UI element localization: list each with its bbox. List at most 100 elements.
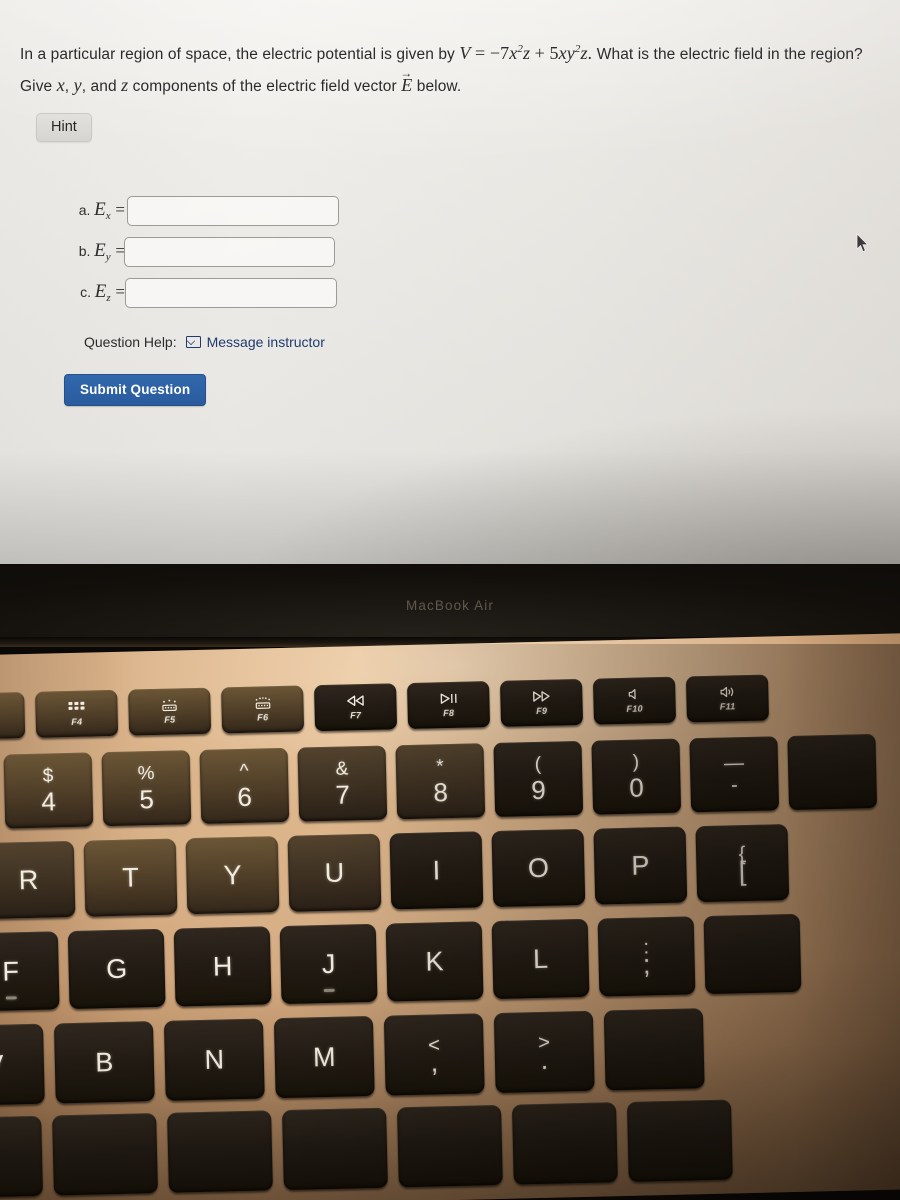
rewind-icon [346, 694, 364, 707]
mute-icon [628, 688, 640, 701]
key-f11[interactable]: F11 [685, 674, 769, 723]
play-pause-icon [440, 692, 457, 705]
key-arrow-left[interactable] [397, 1104, 503, 1188]
key-f3[interactable]: F3 [0, 692, 26, 740]
key-comma[interactable]: < , [383, 1013, 485, 1096]
key-spacebar-right[interactable] [52, 1113, 158, 1196]
key-quote[interactable] [703, 913, 802, 995]
answer-row-ex: a. Ex = [0, 190, 900, 231]
home-key-row: D F G H J K L : ; [0, 913, 802, 1014]
key-equals-plus[interactable] [787, 733, 878, 811]
key-f8[interactable]: F8 [407, 681, 491, 730]
keyboard-brightness-down-icon [161, 698, 177, 711]
key-arrow-updown[interactable] [511, 1102, 618, 1185]
question-help-label: Question Help: [84, 334, 177, 350]
key-f5[interactable]: F5 [128, 687, 212, 736]
key-u[interactable]: U [287, 833, 382, 912]
answer-fields-group: a. Ex = b. Ey = c. Ez = [0, 190, 900, 313]
answer-input-ex[interactable] [127, 195, 339, 226]
screen-bezel: MacBook Air [0, 564, 900, 637]
key-f8-label: F8 [443, 707, 455, 719]
fast-forward-icon [532, 690, 550, 703]
laptop-screen: In a particular region of space, the ele… [0, 0, 900, 564]
question-text-part2: What is the electric [596, 46, 730, 63]
message-instructor-label: Message instructor [206, 334, 325, 350]
launchpad-icon [68, 701, 85, 714]
number-key-row: # 3 $ 4 % 5 ^ 6 & 7 [0, 733, 878, 831]
key-period[interactable]: > . [493, 1010, 595, 1094]
key-8[interactable]: * 8 [395, 743, 486, 820]
key-4[interactable]: $ 4 [3, 752, 94, 829]
question-help-row: Question Help: Message instructor [84, 334, 325, 350]
question-text-part1: In a particular region of space, the ele… [20, 46, 455, 63]
question-text-part4: components of the electric field vector [132, 78, 397, 95]
key-v[interactable]: V [0, 1023, 45, 1106]
volume-down-icon [719, 685, 735, 698]
answer-label-ez: c. Ez = [80, 281, 125, 304]
key-semicolon[interactable]: : ; [597, 916, 696, 997]
key-m[interactable]: M [273, 1015, 375, 1099]
key-f5-label: F5 [164, 714, 176, 725]
key-command-right[interactable] [167, 1110, 273, 1193]
key-spacebar-mid[interactable] [0, 1115, 43, 1199]
key-f7-label: F7 [350, 710, 362, 721]
key-6[interactable]: ^ 6 [199, 747, 290, 824]
key-f4-label: F4 [71, 716, 83, 727]
key-f10-label: F10 [626, 703, 643, 714]
macbook-air-body: MacBook Air F3 [0, 564, 900, 1200]
key-f[interactable]: F [0, 931, 60, 1012]
key-7[interactable]: & 7 [297, 745, 388, 822]
key-o[interactable]: O [491, 828, 586, 908]
key-0[interactable]: ) 0 [591, 738, 682, 815]
key-f11-label: F11 [719, 701, 736, 712]
efield-vector-symbol: E [400, 58, 412, 101]
potential-formula: V = −7x2z + 5xy2z. [459, 43, 597, 63]
answer-label-ey: b. Ey = [78, 240, 125, 263]
key-t[interactable]: T [83, 838, 178, 917]
screenshot-root: In a particular region of space, the ele… [0, 0, 900, 1200]
key-option-right[interactable] [282, 1107, 388, 1191]
key-h[interactable]: H [173, 926, 272, 1007]
key-f6-label: F6 [257, 712, 269, 723]
answer-input-ey[interactable] [124, 236, 335, 267]
bottom-key-row: C V B N M < , > . [0, 1008, 705, 1108]
key-arrow-right[interactable] [626, 1099, 733, 1182]
message-instructor-link[interactable]: Message instructor [185, 334, 325, 350]
answer-row-ey: b. Ey = [0, 231, 900, 272]
submit-question-button[interactable]: Submit Question [64, 374, 207, 406]
key-l[interactable]: L [491, 918, 590, 1000]
modifier-key-row [0, 1099, 733, 1200]
key-j[interactable]: J [279, 923, 378, 1005]
key-9[interactable]: ( 9 [493, 740, 584, 817]
key-p[interactable]: P [593, 826, 688, 905]
answer-label-ex: a. Ex = [78, 199, 125, 222]
question-prompt: In a particular region of space, the ele… [20, 34, 865, 102]
question-text-part5: below. [416, 78, 462, 95]
answer-row-ez: c. Ez = [0, 272, 900, 313]
key-5[interactable]: % 5 [101, 750, 192, 827]
key-minus-underscore[interactable]: — - [689, 736, 780, 813]
key-n[interactable]: N [163, 1018, 265, 1101]
answer-input-ez[interactable] [125, 277, 337, 308]
question-variables: x [56, 75, 65, 95]
key-f6[interactable]: F6 [221, 685, 305, 734]
hint-button[interactable]: Hint [36, 113, 92, 142]
key-slash[interactable] [603, 1008, 705, 1091]
keyboard-brightness-up-icon [254, 696, 271, 709]
key-f10[interactable]: F10 [592, 676, 677, 725]
key-bracket-left[interactable]: { [ [695, 824, 790, 903]
key-k[interactable]: K [385, 921, 484, 1002]
key-i[interactable]: I [389, 831, 484, 910]
key-y[interactable]: Y [185, 836, 280, 915]
key-b[interactable]: B [53, 1021, 155, 1104]
mouse-pointer-icon [856, 233, 869, 253]
key-r[interactable]: R [0, 840, 76, 920]
keyboard: F3 [0, 670, 900, 1200]
key-f9[interactable]: F9 [499, 678, 584, 727]
macbook-air-brand-label: MacBook Air [406, 598, 494, 613]
key-f4[interactable]: F4 [35, 689, 119, 738]
qwerty-key-row: E R T Y U I O P { [ [0, 824, 790, 921]
envelope-icon [185, 336, 201, 348]
key-f7[interactable]: F7 [314, 683, 398, 732]
key-g[interactable]: G [67, 928, 166, 1010]
